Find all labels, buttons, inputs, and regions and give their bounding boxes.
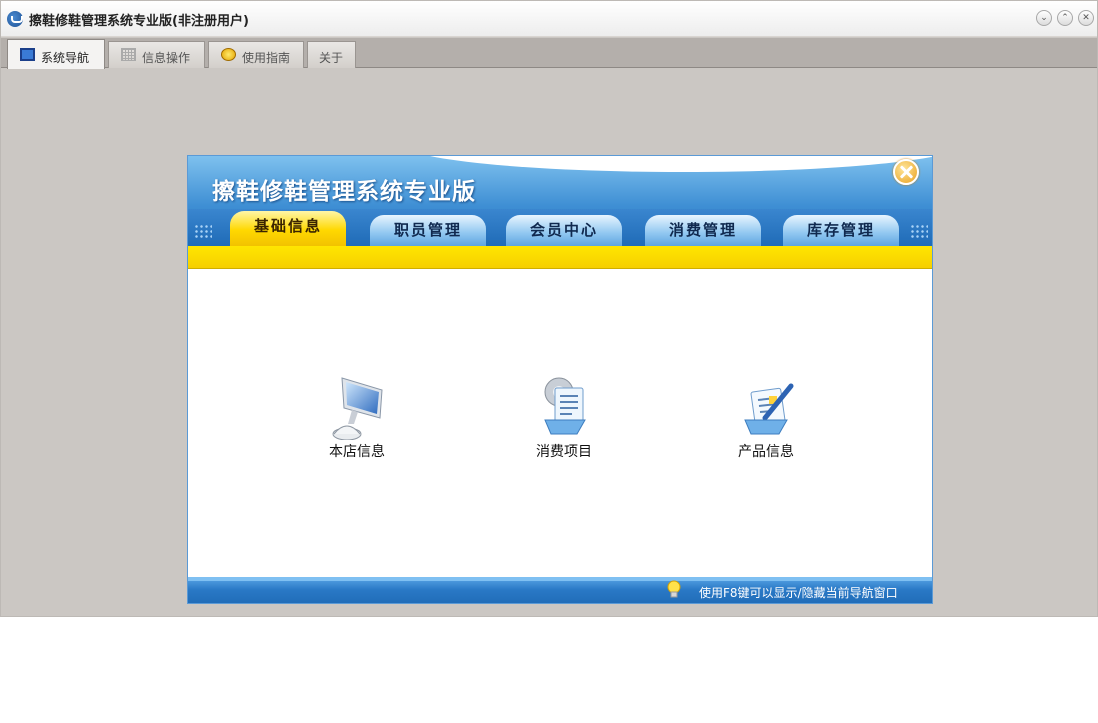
item-label: 产品信息 xyxy=(738,444,794,460)
close-panel-icon[interactable] xyxy=(893,159,919,185)
panel-footer: 使用F8键可以显示/隐藏当前导航窗口 xyxy=(188,577,932,603)
tab-user-guide[interactable]: 使用指南 xyxy=(208,41,304,68)
grip-dots-icon xyxy=(910,224,928,239)
title-bar: 擦鞋修鞋管理系统专业版(非注册用户) ⌄ ⌃ ✕ xyxy=(1,1,1097,37)
tab-label: 使用指南 xyxy=(242,51,291,65)
shop-info-item[interactable]: 本店信息 xyxy=(312,374,402,464)
minimize-button[interactable]: ⌄ xyxy=(1036,10,1052,26)
maximize-button[interactable]: ⌃ xyxy=(1057,10,1073,26)
tab-label: 信息操作 xyxy=(142,51,191,65)
nav-tab-members[interactable]: 会员中心 xyxy=(506,215,622,246)
nav-bar: 基础信息 职员管理 会员中心 消费管理 库存管理 xyxy=(188,209,932,246)
guide-icon xyxy=(221,48,236,61)
main-window: 擦鞋修鞋管理系统专业版(非注册用户) ⌄ ⌃ ✕ 系统导航 信息操作 使用指南 … xyxy=(0,0,1098,617)
nav-tab-staff[interactable]: 职员管理 xyxy=(370,215,486,246)
tab-label: 系统导航 xyxy=(41,51,90,65)
f8-hint-text: 使用F8键可以显示/隐藏当前导航窗口 xyxy=(699,586,898,600)
tab-label: 关于 xyxy=(319,51,344,65)
edit-document-icon xyxy=(744,383,794,435)
close-window-button[interactable]: ✕ xyxy=(1078,10,1094,26)
computer-icon xyxy=(332,377,383,440)
grip-dots-icon xyxy=(194,224,212,239)
product-info-item[interactable]: 产品信息 xyxy=(721,374,811,464)
nav-tab-inventory[interactable]: 库存管理 xyxy=(783,215,899,246)
nav-tab-basic-info[interactable]: 基础信息 xyxy=(230,211,346,246)
sub-nav-bar xyxy=(188,246,932,269)
tab-strip: 系统导航 信息操作 使用指南 关于 xyxy=(1,38,1097,69)
panel-title: 擦鞋修鞋管理系统专业版 xyxy=(212,179,476,205)
grid-icon xyxy=(121,48,136,61)
app-logo-icon xyxy=(7,11,23,27)
tab-about[interactable]: 关于 xyxy=(307,41,356,68)
item-label: 本店信息 xyxy=(329,444,385,460)
settings-list-icon xyxy=(544,377,586,435)
monitor-icon xyxy=(20,48,35,61)
tab-info-ops[interactable]: 信息操作 xyxy=(108,41,205,68)
header-decoration xyxy=(403,156,932,172)
consumption-items-item[interactable]: 消费项目 xyxy=(519,374,609,464)
navigation-panel: 擦鞋修鞋管理系统专业版 基础信息 职员管理 会员中心 消费管理 库存管理 本店信… xyxy=(187,155,933,604)
window-title: 擦鞋修鞋管理系统专业版(非注册用户) xyxy=(29,14,249,29)
item-label: 消费项目 xyxy=(536,444,592,460)
lightbulb-icon xyxy=(667,580,681,598)
nav-tab-consumption[interactable]: 消费管理 xyxy=(645,215,761,246)
panel-header: 擦鞋修鞋管理系统专业版 基础信息 职员管理 会员中心 消费管理 库存管理 xyxy=(188,156,932,246)
tab-system-nav[interactable]: 系统导航 xyxy=(7,39,105,69)
